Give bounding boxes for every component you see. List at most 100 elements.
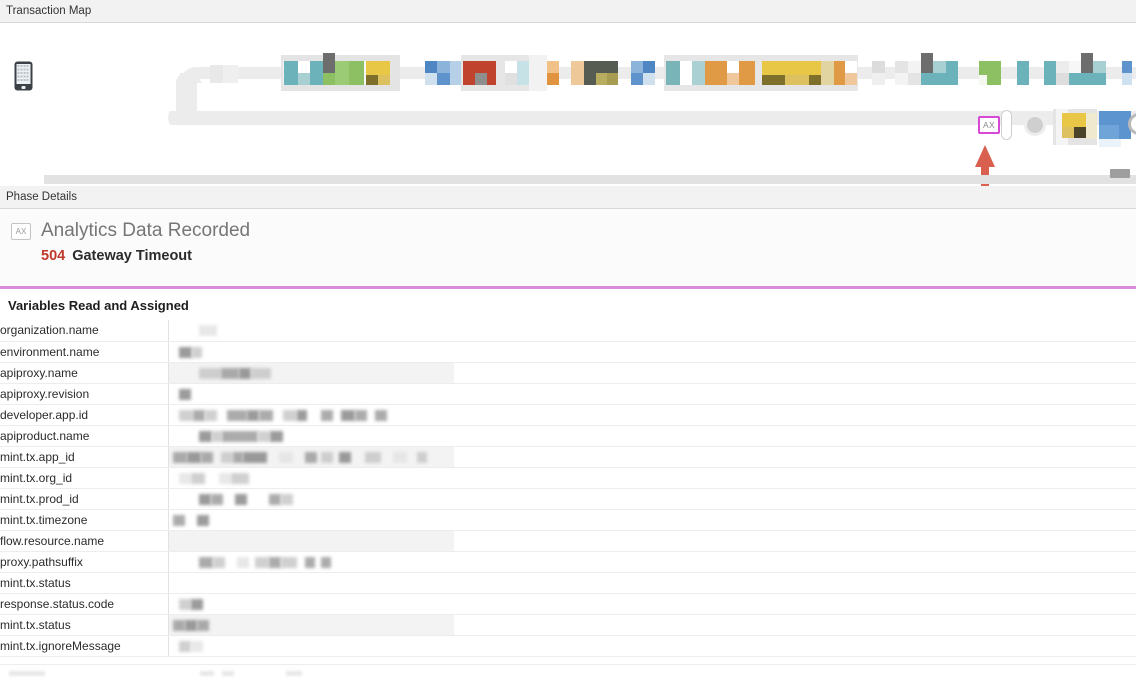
map-node-block[interactable]	[727, 61, 739, 73]
map-node-block[interactable]	[1056, 61, 1069, 73]
table-row[interactable]: apiproxy.name	[0, 362, 1136, 384]
transaction-map-canvas[interactable]: AX	[0, 23, 1136, 186]
map-node-block[interactable]	[845, 61, 857, 73]
map-node-block[interactable]	[785, 75, 797, 85]
table-row[interactable]: developer.app.id	[0, 404, 1136, 426]
map-node-block[interactable]	[631, 73, 643, 85]
table-row[interactable]: mint.tx.app_id	[0, 446, 1136, 468]
map-node-block[interactable]	[979, 61, 1001, 75]
map-node-block[interactable]	[809, 75, 821, 85]
map-node-block[interactable]	[298, 73, 310, 85]
map-node-block[interactable]	[366, 61, 390, 75]
table-row[interactable]: organization.name	[0, 320, 1136, 342]
map-node-block[interactable]	[933, 73, 946, 85]
table-row[interactable]: mint.tx.ignoreMessage	[0, 635, 1136, 657]
map-node-block[interactable]	[643, 73, 655, 85]
map-node-block[interactable]	[1081, 53, 1093, 73]
map-node-block[interactable]	[739, 61, 755, 85]
table-row[interactable]: mint.tx.timezone	[0, 509, 1136, 531]
map-node-block[interactable]	[895, 73, 908, 85]
map-node-block[interactable]	[834, 61, 845, 85]
table-row[interactable]: mint.tx.status	[0, 614, 1136, 636]
map-node-placeholder[interactable]	[210, 65, 223, 83]
map-node-block[interactable]	[872, 61, 885, 73]
map-node-block[interactable]	[643, 61, 655, 73]
map-node-block[interactable]	[921, 73, 933, 85]
map-node-block[interactable]	[571, 61, 584, 85]
map-node-block[interactable]	[349, 61, 364, 85]
map-node-block[interactable]	[547, 61, 559, 73]
map-node-block[interactable]	[845, 73, 857, 85]
map-node-block[interactable]	[1062, 127, 1074, 138]
map-node-block[interactable]	[821, 61, 834, 85]
ax-node-badge-selected[interactable]: AX	[978, 116, 1000, 134]
map-node-block[interactable]	[773, 61, 797, 75]
map-horizontal-scrollbar[interactable]	[44, 175, 1136, 184]
table-row[interactable]: flow.resource.name	[0, 530, 1136, 552]
map-node-block[interactable]	[529, 55, 547, 91]
map-node-block[interactable]	[596, 73, 607, 85]
map-node-block[interactable]	[797, 75, 809, 85]
table-row[interactable]: mint.tx.org_id	[0, 467, 1136, 489]
map-node-circle[interactable]	[1024, 114, 1046, 136]
map-node-block[interactable]	[298, 61, 310, 73]
map-node-block[interactable]	[1069, 73, 1081, 85]
map-node-block[interactable]	[921, 53, 933, 73]
map-node-block[interactable]	[284, 61, 298, 85]
map-node-block[interactable]	[517, 61, 529, 85]
map-node-block[interactable]	[705, 61, 727, 85]
map-node-block[interactable]	[987, 75, 1001, 85]
map-lane-top[interactable]	[0, 51, 1136, 91]
map-node-block[interactable]	[547, 73, 559, 85]
map-node-block[interactable]	[762, 61, 773, 75]
map-node-block[interactable]	[1099, 111, 1131, 125]
map-node-block[interactable]	[1086, 113, 1097, 139]
map-node-block[interactable]	[323, 73, 335, 85]
table-row[interactable]: mint.tx.status	[0, 572, 1136, 594]
map-node-block[interactable]	[1093, 61, 1106, 73]
table-row[interactable]: environment.name	[0, 341, 1136, 363]
map-node-block[interactable]	[1099, 125, 1119, 139]
map-node-block[interactable]	[425, 73, 437, 85]
map-node-block[interactable]	[505, 61, 517, 73]
map-node-block[interactable]	[727, 73, 739, 85]
map-node-block[interactable]	[773, 75, 785, 85]
map-node-block[interactable]	[505, 73, 517, 85]
map-node-block[interactable]	[979, 75, 987, 85]
map-node-block[interactable]	[310, 61, 323, 85]
map-node-block[interactable]	[366, 75, 378, 85]
map-node-block[interactable]	[872, 73, 885, 85]
map-node-block[interactable]	[933, 61, 946, 73]
table-row[interactable]: apiproduct.name	[0, 425, 1136, 447]
map-node-block[interactable]	[1081, 73, 1093, 85]
map-node-block[interactable]	[437, 73, 450, 85]
map-node-block[interactable]	[1056, 73, 1069, 85]
table-row[interactable]: proxy.pathsuffix	[0, 551, 1136, 573]
map-node-block[interactable]	[378, 75, 390, 85]
map-node-block[interactable]	[1122, 73, 1132, 85]
map-node-block[interactable]	[692, 61, 705, 85]
map-node-block[interactable]	[437, 61, 450, 73]
map-scroll-thumb[interactable]	[1110, 169, 1130, 178]
map-node-block[interactable]	[1017, 61, 1029, 85]
map-node-block[interactable]	[1099, 139, 1121, 147]
map-node-block[interactable]	[323, 53, 335, 73]
map-node-block[interactable]	[908, 73, 921, 85]
map-node-block[interactable]	[1122, 61, 1132, 73]
map-node-block[interactable]	[666, 61, 680, 85]
map-node-block[interactable]	[425, 61, 437, 73]
map-node-block[interactable]	[895, 61, 908, 73]
table-row[interactable]: apiproxy.revision	[0, 383, 1136, 405]
map-node-block[interactable]	[475, 73, 487, 85]
table-row[interactable]: mint.tx.prod_id	[0, 488, 1136, 510]
map-node-block[interactable]	[631, 61, 643, 73]
map-node-block[interactable]	[946, 61, 958, 85]
map-node-block[interactable]	[1074, 127, 1086, 138]
map-node-block[interactable]	[762, 75, 773, 85]
map-node-block[interactable]	[797, 61, 821, 75]
map-node-block[interactable]	[680, 61, 692, 85]
map-node-block[interactable]	[1093, 73, 1106, 85]
table-row[interactable]: response.status.code	[0, 593, 1136, 615]
map-node-block[interactable]	[335, 61, 349, 85]
map-node-block[interactable]	[607, 73, 618, 85]
